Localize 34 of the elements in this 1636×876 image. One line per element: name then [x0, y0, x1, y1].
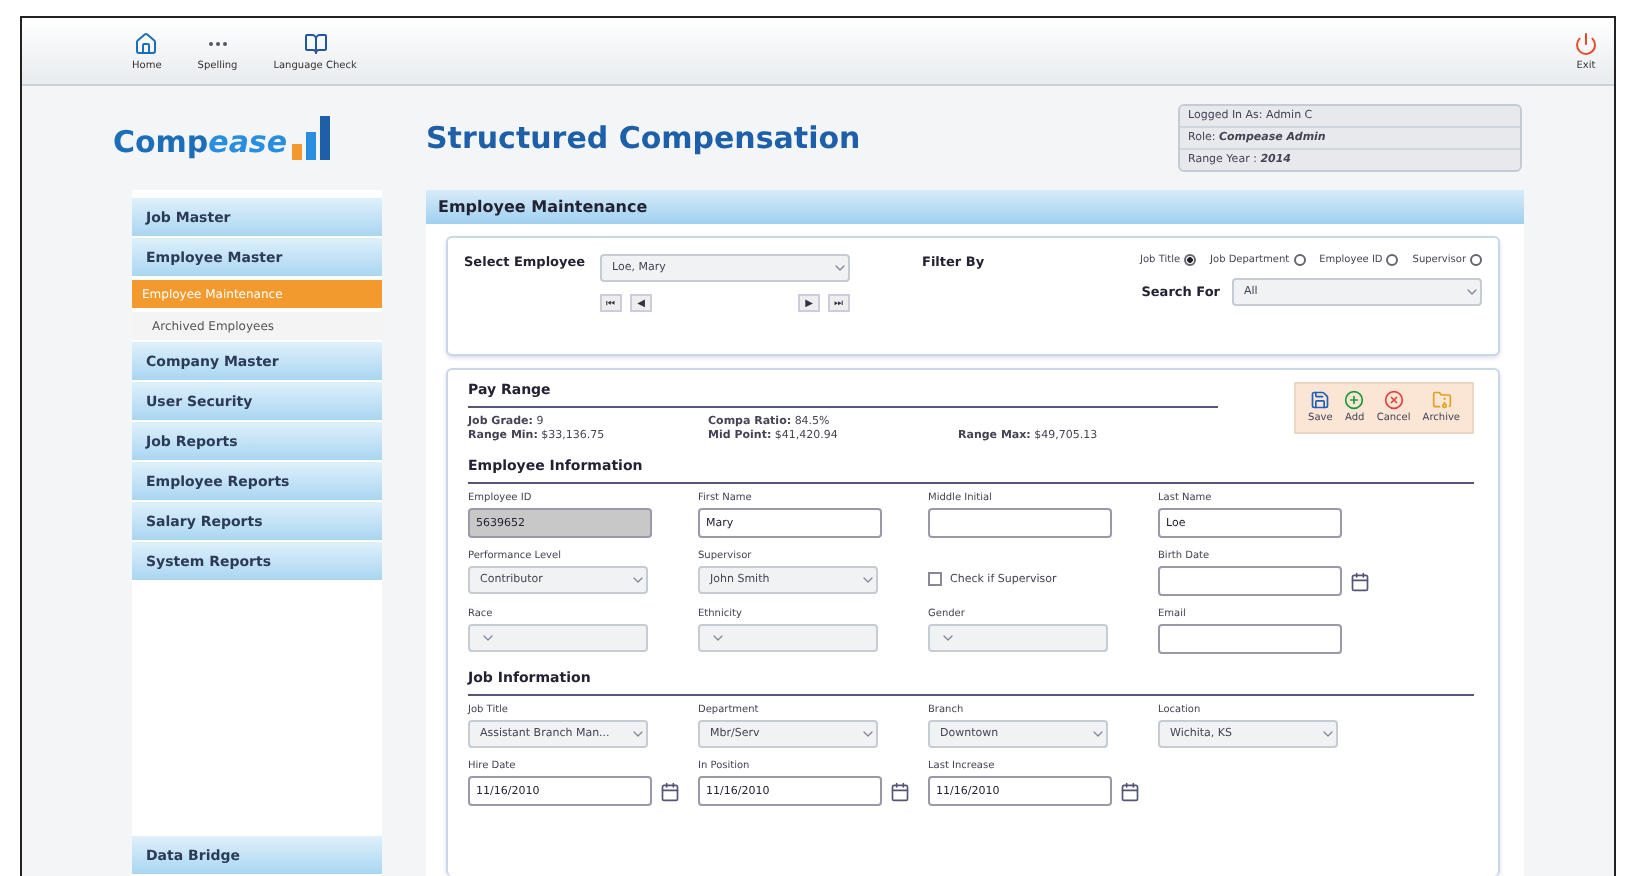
chevron-down-icon: [630, 572, 646, 588]
calendar-icon[interactable]: [890, 781, 910, 801]
power-icon: [1574, 31, 1598, 55]
radio-button[interactable]: [1470, 254, 1482, 266]
chevron-down-icon: [860, 572, 876, 588]
plus-icon: [1344, 390, 1365, 410]
calendar-icon[interactable]: [660, 781, 680, 801]
chevron-down-icon: [1320, 726, 1336, 742]
chevron-down-icon: [940, 630, 956, 646]
book-icon: [303, 31, 328, 55]
chevron-down-icon: [1464, 284, 1480, 300]
chevron-down-icon: [710, 630, 726, 646]
calendar-icon[interactable]: [1350, 571, 1370, 591]
chevron-down-icon: [832, 260, 848, 276]
radio-button[interactable]: [1293, 254, 1306, 266]
panel-header: Employee Maintenance: [426, 190, 1524, 224]
input-field[interactable]: [928, 508, 1112, 538]
checkbox[interactable]: [928, 572, 942, 586]
chevron-down-icon: [860, 726, 876, 742]
logo-text: Compease: [112, 124, 288, 160]
radio-button[interactable]: [1386, 254, 1399, 266]
folder-icon: [1431, 390, 1452, 410]
input-field[interactable]: [1158, 624, 1342, 654]
radio-button[interactable]: [1184, 254, 1197, 266]
cancel-icon: [1383, 390, 1404, 410]
bar-chart-logo-icon: [291, 116, 332, 160]
date-field[interactable]: [1158, 566, 1342, 596]
calendar-icon[interactable]: [1120, 781, 1140, 801]
save-icon: [1310, 390, 1331, 410]
chevron-down-icon: [480, 630, 496, 646]
page-title: Structured Compensation: [426, 120, 863, 156]
home-icon: [134, 31, 159, 55]
chevron-down-icon: [630, 726, 646, 742]
chevron-down-icon: [1090, 726, 1106, 742]
